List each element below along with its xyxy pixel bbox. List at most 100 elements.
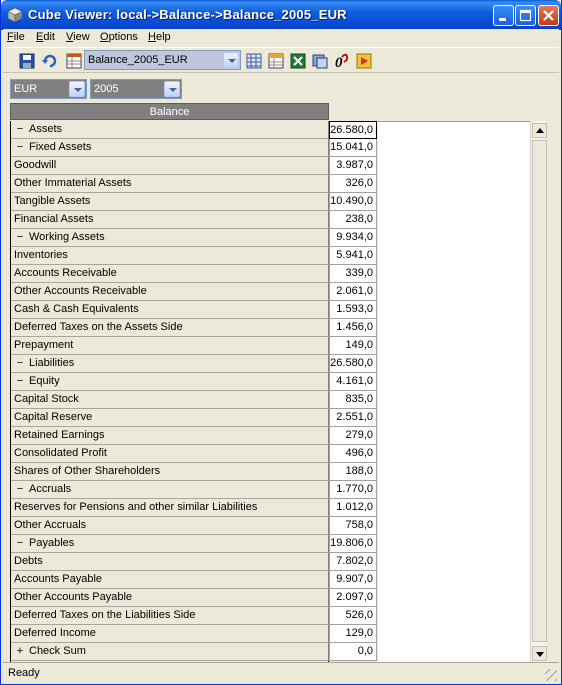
data-cell[interactable]: 2.061,0 (329, 283, 377, 301)
row-header[interactable]: Tangible Assets (11, 193, 329, 211)
row-header[interactable]: Shares of Other Shareholders (11, 463, 329, 481)
table-row[interactable]: Capital Stock (11, 391, 329, 409)
row-header[interactable]: Deferred Taxes on the Assets Side (11, 319, 329, 337)
row-header[interactable]: − Assets (11, 121, 329, 139)
vertical-scrollbar[interactable] (530, 121, 547, 663)
row-header[interactable]: Cash & Cash Equivalents (11, 301, 329, 319)
table-row[interactable]: Other Immaterial Assets (11, 175, 329, 193)
row-header[interactable]: Reserves for Pensions and other similar … (11, 499, 329, 517)
maximize-button[interactable] (515, 5, 536, 26)
row-header[interactable]: Deferred Income (11, 625, 329, 643)
row-header[interactable]: Accounts Payable (11, 571, 329, 589)
row-header[interactable]: − Payables (11, 535, 329, 553)
data-cell[interactable]: 2.551,0 (329, 409, 377, 427)
data-cell[interactable]: 9.934,0 (329, 229, 377, 247)
data-cell[interactable]: 2.097,0 (329, 589, 377, 607)
collapse-icon[interactable]: − (14, 481, 26, 498)
row-header[interactable]: Financial Assets (11, 211, 329, 229)
data-cell[interactable]: 149,0 (329, 337, 377, 355)
data-cell[interactable]: 9.907,0 (329, 571, 377, 589)
recalculate-icon[interactable] (41, 52, 59, 70)
table-row[interactable]: Tangible Assets (11, 193, 329, 211)
table-row[interactable]: Prepayment (11, 337, 329, 355)
row-header[interactable]: Other Accounts Payable (11, 589, 329, 607)
formula-icon[interactable]: 0 (333, 52, 351, 70)
currency-dimension-select[interactable]: EUR (10, 79, 87, 99)
table-row[interactable]: − Liabilities (11, 355, 329, 373)
data-cell[interactable]: 4.161,0 (329, 373, 377, 391)
save-icon[interactable] (18, 52, 36, 70)
row-header[interactable]: − Liabilities (11, 355, 329, 373)
table-row[interactable]: − Equity (11, 373, 329, 391)
table-row[interactable]: Debts (11, 553, 329, 571)
data-cell[interactable]: 496,0 (329, 445, 377, 463)
title-bar[interactable]: Cube Viewer: local->Balance->Balance_200… (1, 0, 561, 30)
menu-edit[interactable]: Edit (36, 31, 55, 43)
data-cell[interactable]: 279,0 (329, 427, 377, 445)
table-row[interactable]: Other Accruals (11, 517, 329, 535)
data-cell[interactable]: 526,0 (329, 607, 377, 625)
table-row[interactable]: Goodwill (11, 157, 329, 175)
row-header[interactable]: Consolidated Profit (11, 445, 329, 463)
data-cell[interactable]: 188,0 (329, 463, 377, 481)
table-row[interactable]: Retained Earnings (11, 427, 329, 445)
table-row[interactable]: Cash & Cash Equivalents (11, 301, 329, 319)
row-header[interactable]: Capital Reserve (11, 409, 329, 427)
row-header[interactable]: Deferred Taxes on the Liabilities Side (11, 607, 329, 625)
data-cell[interactable]: 1.770,0 (329, 481, 377, 499)
menu-help[interactable]: Help (148, 31, 171, 43)
close-button[interactable] (538, 5, 559, 26)
menu-file[interactable]: File (7, 31, 25, 43)
table-row[interactable]: Accounts Payable (11, 571, 329, 589)
data-cell[interactable]: 7.802,0 (329, 553, 377, 571)
data-cell[interactable]: 238,0 (329, 211, 377, 229)
table-row[interactable]: − Working Assets (11, 229, 329, 247)
row-header[interactable]: Inventories (11, 247, 329, 265)
table-row[interactable]: Consolidated Profit (11, 445, 329, 463)
row-header[interactable]: + Check Sum (11, 643, 329, 661)
data-cell[interactable]: 1.593,0 (329, 301, 377, 319)
data-cell[interactable]: 758,0 (329, 517, 377, 535)
data-cell[interactable]: 1.456,0 (329, 319, 377, 337)
minimize-button[interactable] (493, 5, 514, 26)
data-cell[interactable]: 15.041,0 (329, 139, 377, 157)
scroll-down-icon[interactable] (532, 646, 547, 661)
row-header[interactable]: Other Immaterial Assets (11, 175, 329, 193)
data-cell[interactable]: 835,0 (329, 391, 377, 409)
data-cell[interactable]: 5.941,0 (329, 247, 377, 265)
collapse-icon[interactable]: − (14, 355, 26, 372)
view-selector[interactable]: Balance_2005_EUR (84, 50, 241, 70)
data-cell[interactable]: 1.012,0 (329, 499, 377, 517)
row-header[interactable]: Other Accounts Receivable (11, 283, 329, 301)
expand-icon[interactable]: + (14, 643, 26, 660)
chevron-down-icon[interactable] (223, 52, 239, 68)
zero-suppress-icon[interactable] (311, 52, 329, 70)
row-header[interactable]: − Fixed Assets (11, 139, 329, 157)
table-row[interactable]: Other Accounts Receivable (11, 283, 329, 301)
table-row[interactable]: Financial Assets (11, 211, 329, 229)
table-row[interactable]: Deferred Taxes on the Assets Side (11, 319, 329, 337)
data-cell[interactable]: 0,0 (329, 643, 377, 661)
spreadsheet-icon[interactable] (267, 52, 285, 70)
column-header-balance[interactable]: Balance (10, 103, 329, 120)
collapse-icon[interactable]: − (14, 121, 26, 138)
data-cell[interactable]: 19.806,0 (329, 535, 377, 553)
row-header[interactable]: Debts (11, 553, 329, 571)
collapse-icon[interactable]: − (14, 373, 26, 390)
collapse-icon[interactable]: − (14, 535, 26, 552)
table-row[interactable]: − Payables (11, 535, 329, 553)
export-icon[interactable] (289, 52, 307, 70)
table-row[interactable]: − Fixed Assets (11, 139, 329, 157)
data-cell[interactable]: 26.580,0 (329, 355, 377, 373)
table-row[interactable]: − Accruals (11, 481, 329, 499)
collapse-icon[interactable]: − (14, 229, 26, 246)
data-cell[interactable]: 10.490,0 (329, 193, 377, 211)
row-header[interactable]: Prepayment (11, 337, 329, 355)
data-cell[interactable]: 129,0 (329, 625, 377, 643)
year-dimension-select[interactable]: 2005 (90, 79, 182, 99)
scroll-up-icon[interactable] (532, 123, 547, 138)
data-cell[interactable]: 326,0 (329, 175, 377, 193)
table-row[interactable]: + Check Sum (11, 643, 329, 661)
row-header[interactable]: − Equity (11, 373, 329, 391)
row-header[interactable]: Accounts Receivable (11, 265, 329, 283)
